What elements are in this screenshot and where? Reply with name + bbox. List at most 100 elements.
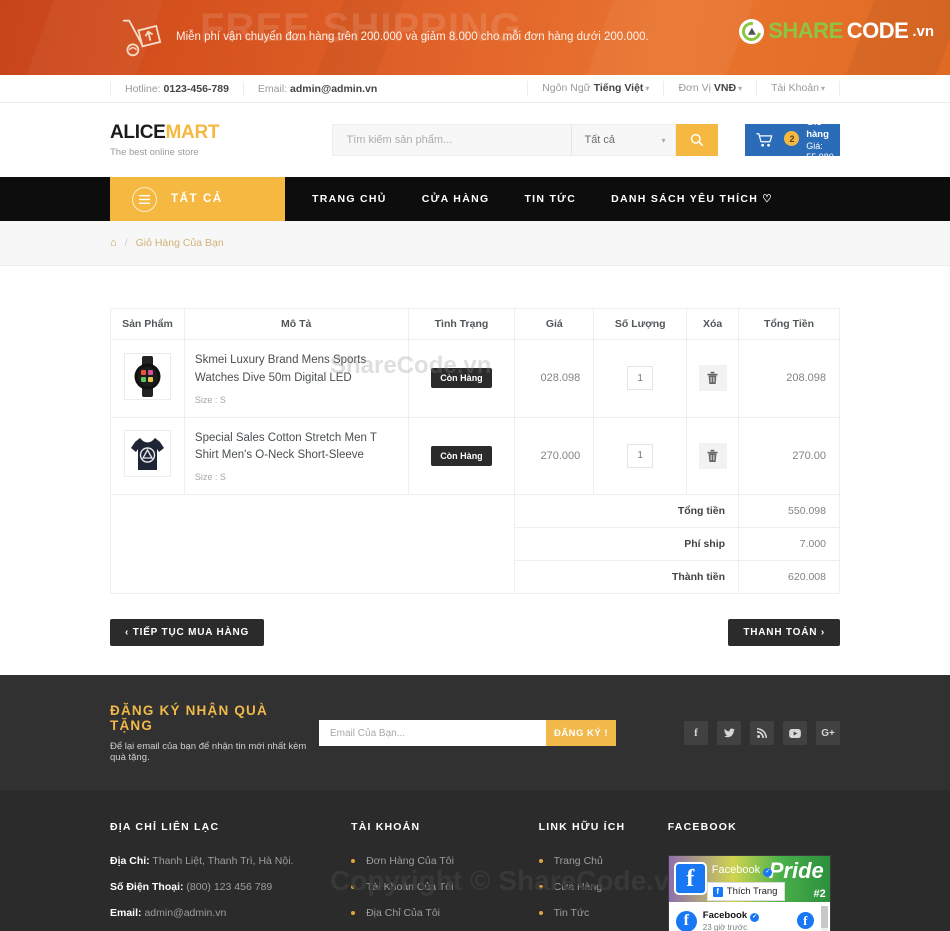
sharecode-text-1: SHARE [768,18,843,43]
table-header-row: Sản Phẩm Mô Tả Tình Trạng Giá Số Lượng X… [110,308,840,340]
account-selector[interactable]: Tài Khoản ▾ [756,81,840,96]
status-badge: Còn Hàng [431,445,492,466]
facebook-post: f Facebook✓ 23 giờ trước f Chat with you… [669,902,830,931]
footer-account-link-1: Tài Khoản Của Tôi [366,881,454,894]
facebook-cover-text: Pride [768,858,824,884]
search-input[interactable]: Tìm kiếm sản phẩm... [332,124,572,156]
cart-icon [756,133,773,147]
footer-link-1: Cửa Hàng [553,881,603,894]
page-root: FREE SHIPPING Miễn phí vận chuyển đơn hà… [0,0,950,931]
cart-button[interactable]: 2 Giỏ hàng Giá: 55.980 [745,117,840,162]
product-image-tshirt[interactable] [123,430,171,478]
facebook-post-author-text: Facebook [702,910,748,922]
list-item[interactable]: Cửa Hàng [538,881,668,894]
th-quantity: Số Lượng [593,308,688,340]
facebook-post-time: 23 giờ trước [702,923,748,931]
delete-item-button[interactable] [698,442,727,469]
th-price: Giá [514,308,595,340]
delete-item-button[interactable] [698,365,727,392]
newsletter-email-input[interactable]: Email Của Bạn... [319,720,546,747]
status-badge: Còn Hàng [431,368,492,389]
google-plus-icon[interactable]: G+ [816,721,840,746]
hamburger-menu-icon [132,186,157,212]
search-category-value: Tất cả [584,134,616,146]
email-value: admin@admin.vn [290,82,378,95]
home-icon[interactable]: ⌂ [110,237,117,249]
rss-icon[interactable] [750,721,774,746]
summary-value-subtotal: 550.098 [738,494,840,529]
bullet-icon [351,911,356,916]
product-size: Size : S [194,472,226,483]
site-footer: ĐỊA CHỈ LIÊN LẠC Địa Chỉ: Thanh Liệt, Th… [0,790,950,931]
breadcrumb: ⌂ / Giỏ Hàng Của Bạn [0,221,950,266]
product-delete-cell [686,416,740,496]
product-image-watch[interactable] [123,352,171,400]
table-row: Special Sales Cotton Stretch Men T Shirt… [110,416,840,496]
newsletter-subscribe-button[interactable]: ĐĂNG KÝ ! [546,720,616,747]
facebook-page-widget[interactable]: Pride #2 f Facebook ✓ f Thích Trang f Fac… [667,855,831,931]
product-status-cell: Còn Hàng [407,339,516,418]
twitter-icon[interactable] [717,721,741,746]
continue-shopping-button[interactable]: ‹ TIẾP TỤC MUA HÀNG [110,619,265,647]
facebook-scrollbar[interactable]: ▾ [820,906,828,931]
currency-value: VNĐ [713,82,737,94]
bullet-icon [538,885,543,890]
summary-value-grandtotal: 620.008 [738,560,840,595]
list-item[interactable]: Đơn Hàng Của Tôi [351,855,539,867]
list-item[interactable]: Tin Tức [538,907,668,920]
product-title[interactable]: Special Sales Cotton Stretch Men T Shirt… [195,430,394,466]
list-item[interactable]: Địa Chỉ Của Tôi [351,907,539,919]
banner-message: Miễn phí vận chuyển đơn hàng trên 200.00… [176,31,649,43]
summary-value-shipping: 7.000 [738,527,840,562]
trash-icon [707,449,718,462]
footer-link-2: Tin Tức [553,907,590,920]
product-title[interactable]: Skmei Luxury Brand Mens Sports Watches D… [195,352,394,388]
nav-item-cua-hang[interactable]: CỬA HÀNG [422,193,490,205]
verified-badge-icon: ✓ [750,913,760,923]
cart-table: Sản Phẩm Mô Tả Tình Trạng Giá Số Lượng X… [109,308,840,595]
facebook-page-name: Facebook ✓ [712,864,773,878]
product-thumbnail-cell [110,339,185,418]
footer-contact-column: ĐỊA CHỈ LIÊN LẠC Địa Chỉ: Thanh Liệt, Th… [110,821,351,931]
language-value: Tiếng Việt [593,82,644,94]
hotline-label: Hotline: [125,82,161,95]
list-item[interactable]: Trang Chủ [538,855,668,867]
list-item[interactable]: Tài Khoản Của Tôi [351,881,539,893]
delivery-truck-icon [122,19,162,57]
footer-account-column: TÀI KHOẢN Đơn Hàng Của Tôi Tài Khoản Của… [351,821,539,931]
nav-item-trang-chu[interactable]: TRANG CHỦ [312,193,387,205]
youtube-icon[interactable] [783,721,807,746]
checkout-button[interactable]: THANH TOÁN › [728,619,840,647]
nav-item-wishlist[interactable]: DANH SÁCH YÊU THÍCH ♡ [611,193,773,205]
currency-selector[interactable]: Đơn Vị VNĐ ▾ [663,81,756,96]
sharecode-logo: SHARE CODE .vn [738,17,934,45]
product-quantity-cell: 1 [593,416,688,496]
quantity-input[interactable]: 1 [627,366,654,391]
language-selector[interactable]: Ngôn Ngữ Tiếng Việt ▾ [527,81,663,96]
facebook-icon[interactable]: f [684,721,708,746]
th-product: Sản Phẩm [110,308,185,340]
hotline-value: 0123-456-789 [163,82,229,95]
site-logo[interactable]: ALICEMART The best online store [110,122,235,158]
quantity-input[interactable]: 1 [627,443,654,468]
main-navigation: TẤT CẢ TRANG CHỦ CỬA HÀNG TIN TỨC DANH S… [0,177,950,221]
th-total: Tổng Tiền [738,308,840,340]
footer-account-link-2: Địa Chỉ Của Tôi [366,907,441,920]
email-label: Email: [257,82,288,95]
scrollbar-thumb[interactable] [820,906,828,929]
search-category-select[interactable]: Tất cả ▾ [571,124,677,156]
th-delete: Xóa [686,308,740,340]
cart-count-badge: 2 [784,131,800,146]
summary-label-grandtotal: Thành tiền [514,560,740,595]
facebook-like-button[interactable]: f Thích Trang [706,882,786,902]
email-info: Email: admin@admin.vn [242,81,391,96]
search-bar: Tìm kiếm sản phẩm... Tất cả ▾ [332,124,719,156]
search-button[interactable] [676,124,719,156]
chevron-down-icon: ▾ [661,135,666,145]
facebook-mini-icon: f [712,886,723,897]
all-categories-button[interactable]: TẤT CẢ [110,177,285,221]
cart-actions: ‹ TIẾP TỤC MUA HÀNG THANH TOÁN › [110,619,840,647]
nav-item-tin-tuc[interactable]: TIN TỨC [524,193,576,205]
facebook-round-logo-icon: f [796,912,814,930]
product-status-cell: Còn Hàng [407,416,516,496]
